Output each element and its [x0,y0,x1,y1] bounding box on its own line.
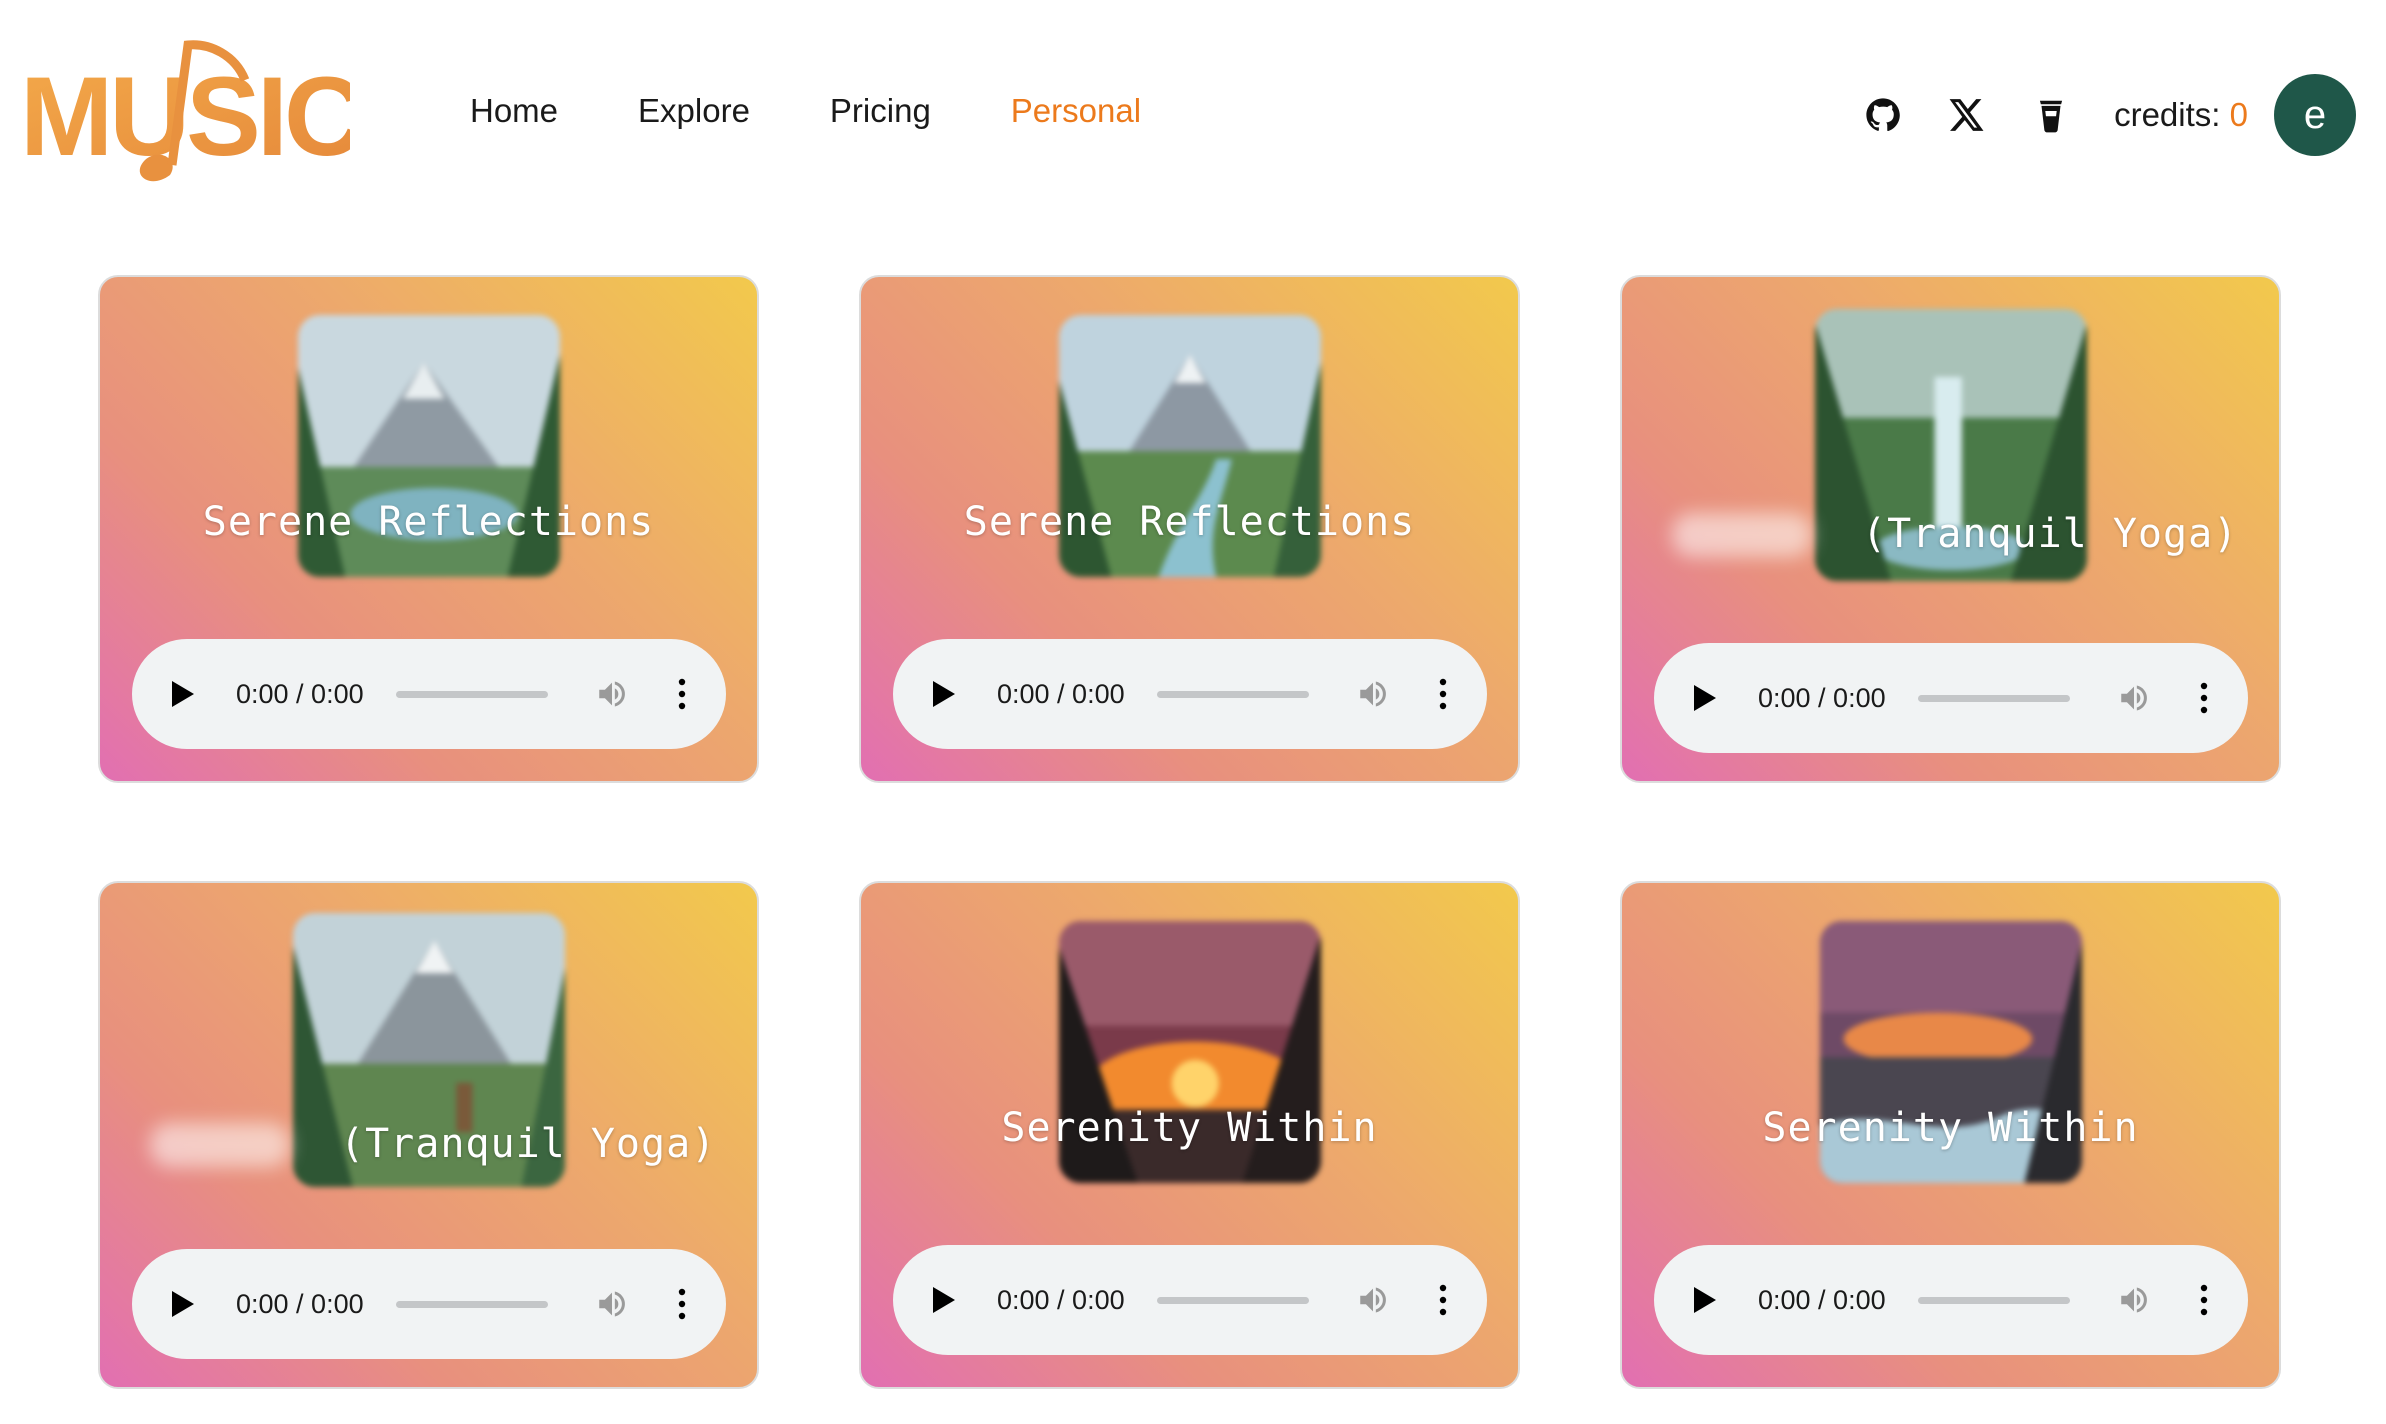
volume-icon[interactable] [592,1284,632,1324]
blurred-label [1672,513,1812,557]
more-options-icon[interactable] [672,1284,692,1324]
github-icon[interactable] [1862,94,1904,136]
audio-player: 0:00 / 0:00 [1654,643,2248,753]
song-title: Serene Reflections [202,499,655,545]
song-title: Serenity Within [1001,1105,1378,1151]
play-icon[interactable] [172,677,206,711]
nav-home[interactable]: Home [470,92,558,130]
seek-bar[interactable] [1156,1296,1309,1304]
audio-player: 0:00 / 0:00 [1654,1245,2248,1355]
song-card: (Tranquil Yoga) 0:00 / 0:00 [98,881,759,1389]
more-options-icon[interactable] [1433,1280,1453,1320]
audio-player: 0:00 / 0:00 [132,639,726,749]
music-logo[interactable]: MUSIC [20,25,366,200]
credits-value: 0 [2229,96,2248,133]
volume-icon[interactable] [1353,674,1393,714]
play-icon[interactable] [1694,681,1728,715]
time-display: 0:00 / 0:00 [997,678,1125,709]
nav-pricing[interactable]: Pricing [830,92,931,130]
audio-player: 0:00 / 0:00 [893,639,1487,749]
song-title: Serene Reflections [963,499,1416,545]
song-title: (Tranquil Yoga) [1862,511,2239,557]
seek-bar[interactable] [1917,1296,2070,1304]
song-title: Serenity Within [1762,1105,2139,1151]
volume-icon[interactable] [2114,678,2154,718]
top-header: MUSIC Home Explore Pricing Personal cred… [0,0,2386,230]
volume-icon[interactable] [2114,1280,2154,1320]
audio-player: 0:00 / 0:00 [132,1249,726,1359]
audio-player: 0:00 / 0:00 [893,1245,1487,1355]
seek-bar[interactable] [395,1300,548,1308]
more-options-icon[interactable] [2194,678,2214,718]
play-icon[interactable] [933,1283,967,1317]
song-card: (Tranquil Yoga) 0:00 / 0:00 [1620,275,2281,783]
song-title: (Tranquil Yoga) [340,1121,717,1167]
avatar[interactable]: e [2274,74,2356,156]
blurred-label [150,1123,290,1167]
x-twitter-icon[interactable] [1946,94,1988,136]
coffee-cup-icon[interactable] [2030,94,2072,136]
credits-label: credits: [2114,96,2221,133]
volume-icon[interactable] [1353,1280,1393,1320]
seek-bar[interactable] [395,690,548,698]
play-icon[interactable] [933,677,967,711]
time-display: 0:00 / 0:00 [1758,1284,1886,1315]
more-options-icon[interactable] [1433,674,1453,714]
nav-explore[interactable]: Explore [638,92,750,130]
time-display: 0:00 / 0:00 [236,678,364,709]
seek-bar[interactable] [1917,694,2070,702]
play-icon[interactable] [1694,1283,1728,1317]
nav-personal[interactable]: Personal [1011,92,1141,130]
credits-display: credits: 0 [2114,96,2248,134]
music-logo-graphic: MUSIC [20,40,366,182]
time-display: 0:00 / 0:00 [1758,682,1886,713]
song-card: Serene Reflections 0:00 / 0:00 [859,275,1520,783]
song-card: Serene Reflections 0:00 / 0:00 [98,275,759,783]
play-icon[interactable] [172,1287,206,1321]
song-grid: Serene Reflections 0:00 / 0:00 Serene Re… [98,275,2288,1389]
main-nav: Home Explore Pricing Personal [470,92,1221,130]
more-options-icon[interactable] [672,674,692,714]
header-tools: credits: 0 e [1862,74,2356,156]
time-display: 0:00 / 0:00 [236,1288,364,1319]
song-card: Serenity Within 0:00 / 0:00 [1620,881,2281,1389]
seek-bar[interactable] [1156,690,1309,698]
time-display: 0:00 / 0:00 [997,1284,1125,1315]
volume-icon[interactable] [592,674,632,714]
more-options-icon[interactable] [2194,1280,2214,1320]
song-card: Serenity Within 0:00 / 0:00 [859,881,1520,1389]
